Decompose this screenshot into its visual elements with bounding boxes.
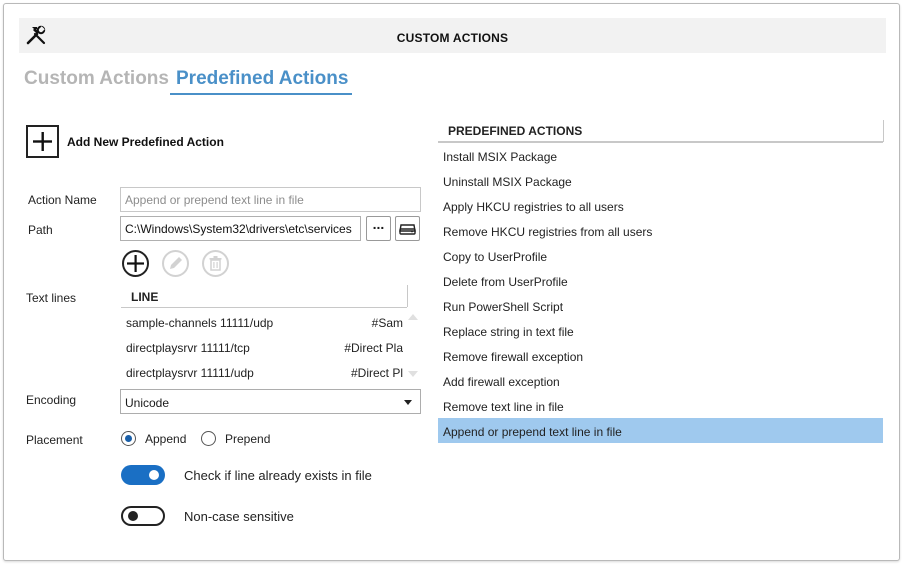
toggle-knob — [128, 511, 138, 521]
non-case-sensitive-label: Non-case sensitive — [184, 509, 294, 524]
text-lines-label: Text lines — [26, 291, 77, 305]
predefined-action-item[interactable]: Uninstall MSIX Package — [438, 168, 883, 193]
plus-icon — [127, 255, 144, 272]
predefined-action-item[interactable]: Remove text line in file — [438, 393, 883, 418]
encoding-label: Encoding — [26, 393, 77, 407]
predefined-action-label: Remove HKCU registries from all users — [443, 225, 653, 239]
predefined-action-item[interactable]: Replace string in text file — [438, 318, 883, 343]
encoding-select[interactable]: Unicode — [120, 389, 421, 414]
add-line-button[interactable] — [122, 250, 149, 277]
path-input[interactable]: C:\Windows\System32\drivers\etc\services — [120, 216, 361, 241]
browse-button[interactable]: ... — [366, 216, 391, 241]
predefined-action-label: Remove text line in file — [443, 400, 564, 414]
line-text: directplaysrvr 11111/tcp — [126, 341, 250, 355]
predefined-action-item[interactable]: Apply HKCU registries to all users — [438, 193, 883, 218]
placement-label: Placement — [26, 433, 83, 447]
path-label: Path — [28, 223, 53, 237]
predefined-action-item[interactable]: Run PowerShell Script — [438, 293, 883, 318]
drive-button[interactable] — [395, 216, 420, 241]
line-column-header[interactable]: LINE — [121, 283, 408, 308]
append-radio-label[interactable]: Append — [145, 432, 186, 446]
append-radio[interactable] — [121, 431, 136, 446]
predefined-action-label: Append or prepend text line in file — [443, 425, 622, 439]
predefined-action-item[interactable]: Add firewall exception — [438, 368, 883, 393]
delete-line-button[interactable] — [202, 250, 229, 277]
line-text: sample-channels 11111/udp — [126, 316, 274, 330]
predefined-action-label: Install MSIX Package — [443, 150, 558, 164]
predefined-action-label: Remove firewall exception — [443, 350, 584, 364]
line-text: directplaysrvr 11111/udp — [126, 366, 254, 380]
predefined-action-label: Delete from UserProfile — [443, 275, 568, 289]
line-comment: #Direct Pl — [350, 366, 403, 380]
action-name-input[interactable]: Append or prepend text line in file — [120, 187, 421, 212]
table-row[interactable]: directplaysrvr 11111/udp #Direct Pl — [121, 359, 403, 384]
predefined-action-label: Run PowerShell Script — [443, 300, 564, 314]
toggle-knob — [149, 470, 159, 480]
check-exists-label: Check if line already exists in file — [184, 468, 372, 483]
predefined-action-item[interactable]: Remove HKCU registries from all users — [438, 218, 883, 243]
tab-custom-actions[interactable]: Custom Actions — [24, 68, 169, 90]
table-row[interactable]: sample-channels 11111/udp #Sam — [121, 309, 403, 334]
check-exists-toggle[interactable] — [121, 465, 165, 485]
line-column-header-text: LINE — [131, 290, 159, 304]
line-comment: #Direct Pla — [344, 341, 403, 355]
add-predefined-action-button[interactable] — [26, 125, 59, 158]
predefined-action-label: Apply HKCU registries to all users — [443, 200, 624, 214]
encoding-value: Unicode — [125, 396, 170, 410]
add-predefined-action-label[interactable]: Add New Predefined Action — [67, 135, 224, 149]
predefined-actions-header[interactable]: PREDEFINED ACTIONS — [438, 118, 884, 143]
chevron-down-icon — [404, 400, 412, 405]
browse-button-label: ... — [372, 216, 385, 232]
predefined-action-label: Copy to UserProfile — [443, 250, 548, 264]
column-divider — [883, 120, 884, 142]
predefined-action-item[interactable]: Delete from UserProfile — [438, 268, 883, 293]
title-bar: CUSTOM ACTIONS — [19, 18, 886, 53]
scroll-down-icon[interactable] — [408, 371, 418, 377]
predefined-actions-header-text: PREDEFINED ACTIONS — [448, 124, 583, 138]
predefined-action-label: Replace string in text file — [443, 325, 574, 339]
predefined-action-label: Add firewall exception — [443, 375, 560, 389]
edit-line-button[interactable] — [162, 250, 189, 277]
predefined-action-item[interactable]: Copy to UserProfile — [438, 243, 883, 268]
prepend-radio-label[interactable]: Prepend — [225, 432, 270, 446]
predefined-action-item[interactable]: Remove firewall exception — [438, 343, 883, 368]
drive-icon — [399, 224, 416, 235]
pencil-icon — [170, 257, 182, 269]
active-tab-underline — [170, 93, 352, 95]
line-comment: #Sam — [371, 316, 403, 330]
tab-predefined-actions[interactable]: Predefined Actions — [176, 68, 348, 90]
trash-icon — [209, 256, 222, 271]
predefined-action-item[interactable]: Append or prepend text line in file — [438, 418, 883, 443]
predefined-action-item[interactable]: Install MSIX Package — [438, 143, 883, 168]
action-name-label: Action Name — [28, 193, 97, 207]
plus-icon — [33, 132, 52, 151]
scroll-up-icon[interactable] — [408, 314, 418, 320]
column-divider — [407, 285, 408, 307]
window-title: CUSTOM ACTIONS — [396, 31, 509, 45]
table-row[interactable]: directplaysrvr 11111/tcp #Direct Pla — [121, 334, 403, 359]
non-case-sensitive-toggle[interactable] — [121, 506, 165, 526]
prepend-radio[interactable] — [201, 431, 216, 446]
predefined-action-label: Uninstall MSIX Package — [443, 175, 572, 189]
